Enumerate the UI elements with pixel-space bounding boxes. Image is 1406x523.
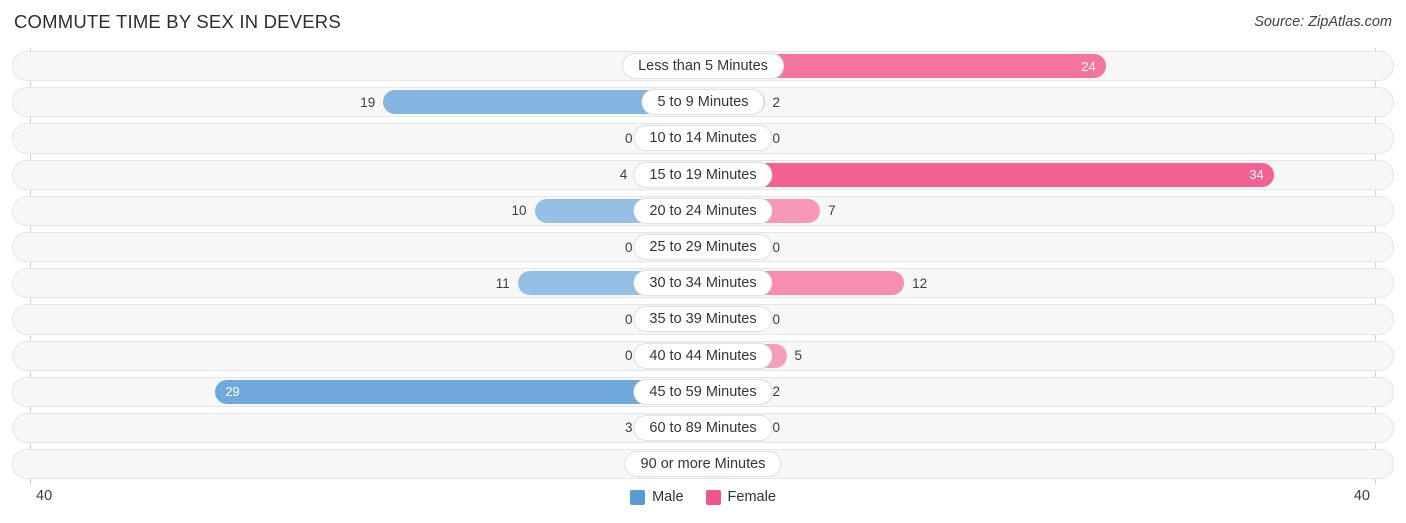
male-value-label: 0	[624, 239, 633, 255]
category-label: Less than 5 Minutes	[622, 53, 784, 80]
bar-rows: 024Less than 5 Minutes1925 to 9 Minutes0…	[0, 48, 1406, 482]
male-half: 19	[30, 90, 703, 115]
plot-area: 024Less than 5 Minutes1925 to 9 Minutes0…	[0, 48, 1406, 485]
male-half: 4	[30, 162, 703, 187]
female-half: 5	[702, 343, 1376, 368]
legend-swatch-icon	[630, 489, 646, 505]
male-half: 29	[30, 379, 703, 404]
category-label: 90 or more Minutes	[624, 451, 782, 478]
chart-legend: Male Female	[0, 489, 1406, 505]
female-half: 0	[702, 415, 1376, 440]
legend-label: Female	[727, 489, 776, 505]
table-row[interactable]: 10 7 20 to 24 Minutes	[0, 193, 1406, 229]
male-half: 3	[30, 415, 703, 440]
male-value-label: 0	[624, 348, 633, 364]
legend-item-female[interactable]: Female	[705, 489, 776, 505]
female-value-label: 0	[772, 420, 781, 436]
female-half: 0	[702, 126, 1376, 151]
female-half: 0	[702, 452, 1376, 477]
table-row[interactable]: 0 0 25 to 29 Minutes	[0, 229, 1406, 265]
chart-footer: 40 40 Male Female	[0, 485, 1406, 523]
legend-swatch-icon	[705, 489, 721, 505]
category-label: 40 to 44 Minutes	[633, 342, 773, 369]
female-value-label: 5	[794, 348, 803, 364]
table-row[interactable]: 19 2 5 to 9 Minutes	[0, 84, 1406, 120]
female-half: 24	[702, 54, 1376, 79]
male-value-label: 0	[624, 130, 633, 146]
male-half: 0	[30, 307, 703, 332]
table-row[interactable]: 11 12 30 to 34 Minutes	[0, 265, 1406, 301]
female-value-label: 34	[1249, 167, 1264, 183]
chart-container: COMMUTE TIME BY SEX IN DEVERS Source: Zi…	[0, 0, 1406, 523]
page-title: COMMUTE TIME BY SEX IN DEVERS	[14, 11, 341, 32]
female-value-label: 2	[772, 94, 781, 110]
female-value-label: 0	[772, 130, 781, 146]
female-half: 34	[702, 162, 1376, 187]
female-half: 7	[702, 198, 1376, 223]
male-half: 0	[30, 343, 703, 368]
category-label: 10 to 14 Minutes	[633, 125, 773, 152]
male-value-label: 10	[511, 203, 527, 219]
female-half: 0	[702, 307, 1376, 332]
legend-item-male[interactable]: Male	[630, 489, 684, 505]
female-half: 0	[702, 235, 1376, 260]
table-row[interactable]: 2090 or more Minutes	[0, 446, 1406, 482]
male-value-label: 19	[360, 94, 376, 110]
category-label: 30 to 34 Minutes	[633, 270, 773, 297]
table-row[interactable]: 3 0 60 to 89 Minutes	[0, 410, 1406, 446]
table-row[interactable]: 0 0 35 to 39 Minutes	[0, 301, 1406, 337]
table-row[interactable]: 0 0 10 to 14 Minutes	[0, 120, 1406, 156]
male-half: 2	[30, 452, 703, 477]
category-label: 5 to 9 Minutes	[641, 89, 765, 116]
table-row[interactable]: 29 2 45 to 59 Minutes	[0, 374, 1406, 410]
female-half: 12	[702, 271, 1376, 296]
male-value-label: 11	[495, 275, 510, 291]
category-label: 25 to 29 Minutes	[633, 234, 773, 261]
table-row[interactable]: 0 5 40 to 44 Minutes	[0, 338, 1406, 374]
female-bar[interactable]: 34	[702, 162, 1274, 187]
legend-label: Male	[652, 489, 684, 505]
male-half: 0	[30, 126, 703, 151]
female-value-label: 24	[1081, 58, 1096, 74]
female-value-label: 0	[772, 239, 781, 255]
female-value-label: 12	[912, 275, 928, 291]
female-value-label: 0	[772, 311, 781, 327]
male-value-label: 29	[225, 384, 240, 400]
male-value-label: 3	[624, 420, 633, 436]
chart-header: COMMUTE TIME BY SEX IN DEVERS Source: Zi…	[0, 0, 1406, 46]
female-value-label: 7	[828, 203, 836, 219]
source-attribution: Source: ZipAtlas.com	[1254, 14, 1392, 30]
female-value-label: 2	[772, 384, 781, 400]
category-label: 35 to 39 Minutes	[633, 306, 773, 333]
female-half: 2	[702, 379, 1376, 404]
female-half: 2	[702, 90, 1376, 115]
male-half: 0	[30, 235, 703, 260]
category-label: 60 to 89 Minutes	[633, 414, 773, 441]
table-row[interactable]: 0 24 Less than 5 Minutes	[0, 48, 1406, 84]
male-bar[interactable]: 29	[215, 379, 703, 404]
category-label: 15 to 19 Minutes	[633, 161, 773, 188]
category-label: 20 to 24 Minutes	[633, 197, 773, 224]
table-row[interactable]: 4 34 15 to 19 Minutes	[0, 157, 1406, 193]
male-half: 11	[30, 271, 703, 296]
category-label: 45 to 59 Minutes	[633, 378, 773, 405]
male-half: 10	[30, 198, 703, 223]
male-value-label: 0	[624, 311, 633, 327]
male-value-label: 4	[619, 167, 628, 183]
male-half: 0	[30, 54, 703, 79]
